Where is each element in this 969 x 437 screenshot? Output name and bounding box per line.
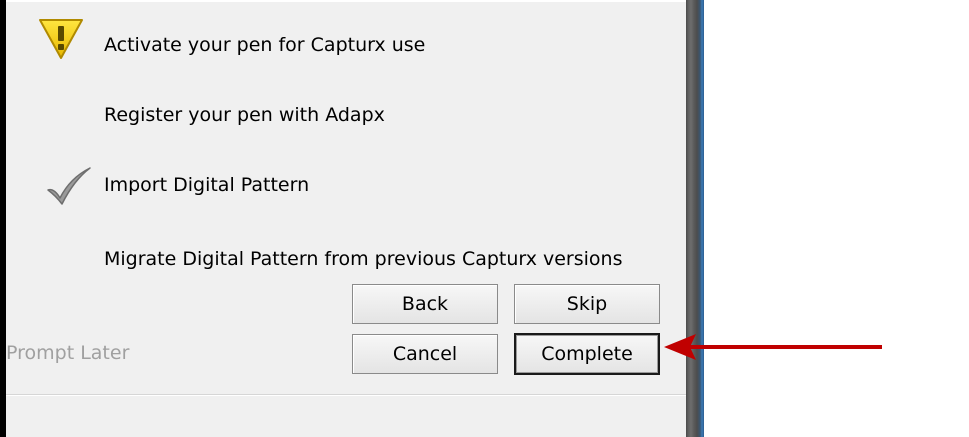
annotation-arrow-icon — [664, 334, 882, 360]
footer-divider-highlight — [6, 395, 686, 396]
skip-button[interactable]: Skip — [514, 284, 660, 324]
window-frame-edge — [686, 0, 704, 437]
setup-dialog: Activate your pen for Capturx use Regist… — [6, 2, 686, 437]
cancel-button[interactable]: Cancel — [352, 334, 498, 374]
complete-button[interactable]: Complete — [514, 333, 660, 375]
left-border — [0, 0, 6, 437]
step-migrate-pattern: Migrate Digital Pattern from previous Ca… — [104, 248, 623, 270]
screenshot-canvas: Activate your pen for Capturx use Regist… — [0, 0, 969, 437]
step-register-pen: Register your pen with Adapx — [104, 104, 385, 126]
prompt-later-link[interactable]: Prompt Later — [6, 342, 129, 364]
back-button[interactable]: Back — [352, 284, 498, 324]
step-activate-pen: Activate your pen for Capturx use — [104, 34, 426, 56]
checkmark-icon — [47, 167, 91, 205]
warning-icon — [39, 19, 83, 59]
step-import-pattern: Import Digital Pattern — [104, 174, 310, 196]
